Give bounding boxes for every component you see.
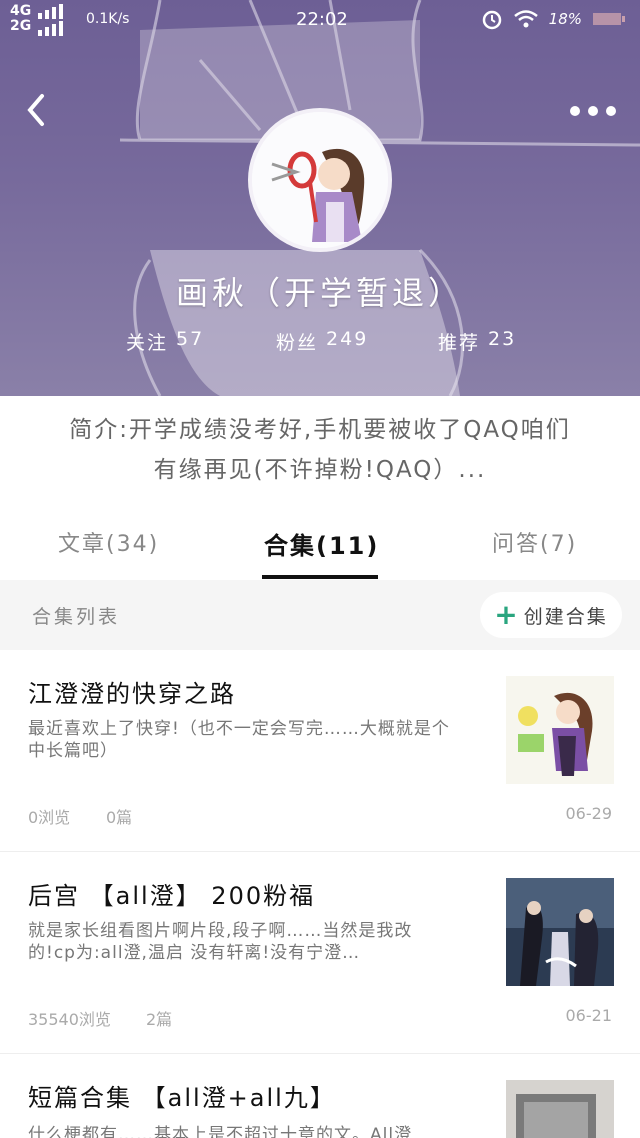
battery-icon	[593, 13, 625, 25]
stat-value: 23	[488, 328, 517, 350]
collection-list-header: 合集列表 + 创建合集	[0, 580, 640, 650]
network-speed: 0.1K/s	[86, 11, 130, 27]
more-dot-icon	[570, 106, 580, 116]
collection-views: 0浏览	[28, 808, 71, 827]
profile-bio[interactable]: 简介:开学成绩没考好,手机要被收了QAQ咱们 有缘再见(不许掉粉!QAQ）...	[28, 410, 612, 490]
signal-bars-icon	[38, 4, 63, 36]
collection-thumbnail	[506, 1080, 614, 1138]
create-collection-button[interactable]: + 创建合集	[480, 592, 622, 638]
collection-title: 后宫 【all澄】 200粉福	[28, 882, 316, 910]
collection-thumbnail	[506, 676, 614, 784]
collection-title: 江澄澄的快穿之路	[28, 680, 236, 708]
bio-line: 简介:开学成绩没考好,手机要被收了QAQ咱们	[69, 417, 571, 443]
network-type: 4G 2G	[10, 4, 31, 34]
status-bar: 4G 2G 0.1K/s 22:02 18%	[0, 0, 640, 40]
more-dot-icon	[588, 106, 598, 116]
collection-title: 短篇合集 【all澄+all九】	[28, 1084, 336, 1112]
network-top-label: 4G	[10, 3, 32, 19]
plus-icon: +	[494, 598, 518, 631]
collection-date: 06-21	[565, 1006, 613, 1025]
collection-description: 最近喜欢上了快穿!（也不一定会写完……大概就是个中长篇吧）	[28, 719, 450, 761]
collection-item[interactable]: 后宫 【all澄】 200粉福 就是家长组看图片啊片段,段子啊……当然是我改的!…	[0, 852, 640, 1054]
collection-count: 2篇	[146, 1010, 173, 1029]
content-tabs: 文章(34) 合集(11) 问答(7)	[0, 516, 640, 580]
stat-value: 57	[176, 328, 205, 350]
username: 画秋（开学暂退）	[175, 274, 464, 312]
stat-value: 249	[326, 328, 369, 350]
create-collection-label: 创建合集	[523, 605, 608, 628]
collection-date: 06-29	[565, 804, 613, 823]
stat-label: 关注	[126, 332, 169, 354]
collection-item[interactable]: 江澄澄的快穿之路 最近喜欢上了快穿!（也不一定会写完……大概就是个中长篇吧） 0…	[0, 650, 640, 852]
stat-recommended[interactable]: 推荐 23	[438, 328, 516, 355]
section-title: 合集列表	[32, 606, 121, 628]
avatar-illustration	[252, 112, 388, 248]
more-dot-icon	[606, 106, 616, 116]
stat-following[interactable]: 关注 57	[126, 328, 204, 355]
collection-count: 0篇	[106, 808, 133, 827]
collection-views: 35540浏览	[28, 1010, 111, 1029]
collection-description: 就是家长组看图片啊片段,段子啊……当然是我改的!cp为:all澄,温启 没有轩离…	[28, 921, 413, 963]
stat-label: 粉丝	[276, 332, 319, 354]
stat-label: 推荐	[438, 332, 481, 354]
clock: 22:02	[296, 9, 348, 30]
back-icon[interactable]	[22, 92, 52, 128]
collection-description: 什么梗都有……基本上是不超过十章的文。All澄	[28, 1125, 413, 1138]
stat-followers[interactable]: 粉丝 249	[276, 328, 368, 355]
tab-qa[interactable]: 问答(7)	[492, 526, 577, 558]
collection-thumbnail	[506, 878, 614, 986]
tab-collections[interactable]: 合集(11)	[264, 526, 379, 561]
avatar[interactable]	[248, 108, 392, 252]
profile-header: 4G 2G 0.1K/s 22:02 18% 画秋（开学暂退） 关注 57 粉丝…	[0, 0, 640, 396]
active-tab-indicator	[262, 575, 378, 579]
profile-stats: 关注 57 粉丝 249 推荐 23	[0, 328, 640, 358]
alarm-icon	[482, 10, 501, 30]
network-bottom-label: 2G	[10, 18, 32, 34]
wifi-icon	[513, 10, 538, 28]
tab-articles[interactable]: 文章(34)	[58, 526, 159, 558]
bio-line: 有缘再见(不许掉粉!QAQ）...	[153, 457, 487, 483]
battery-level: 18%	[548, 10, 582, 28]
more-options-button[interactable]	[570, 100, 616, 122]
status-right: 18%	[481, 8, 626, 30]
collection-item[interactable]: 短篇合集 【all澄+all九】 什么梗都有……基本上是不超过十章的文。All澄	[0, 1054, 640, 1138]
